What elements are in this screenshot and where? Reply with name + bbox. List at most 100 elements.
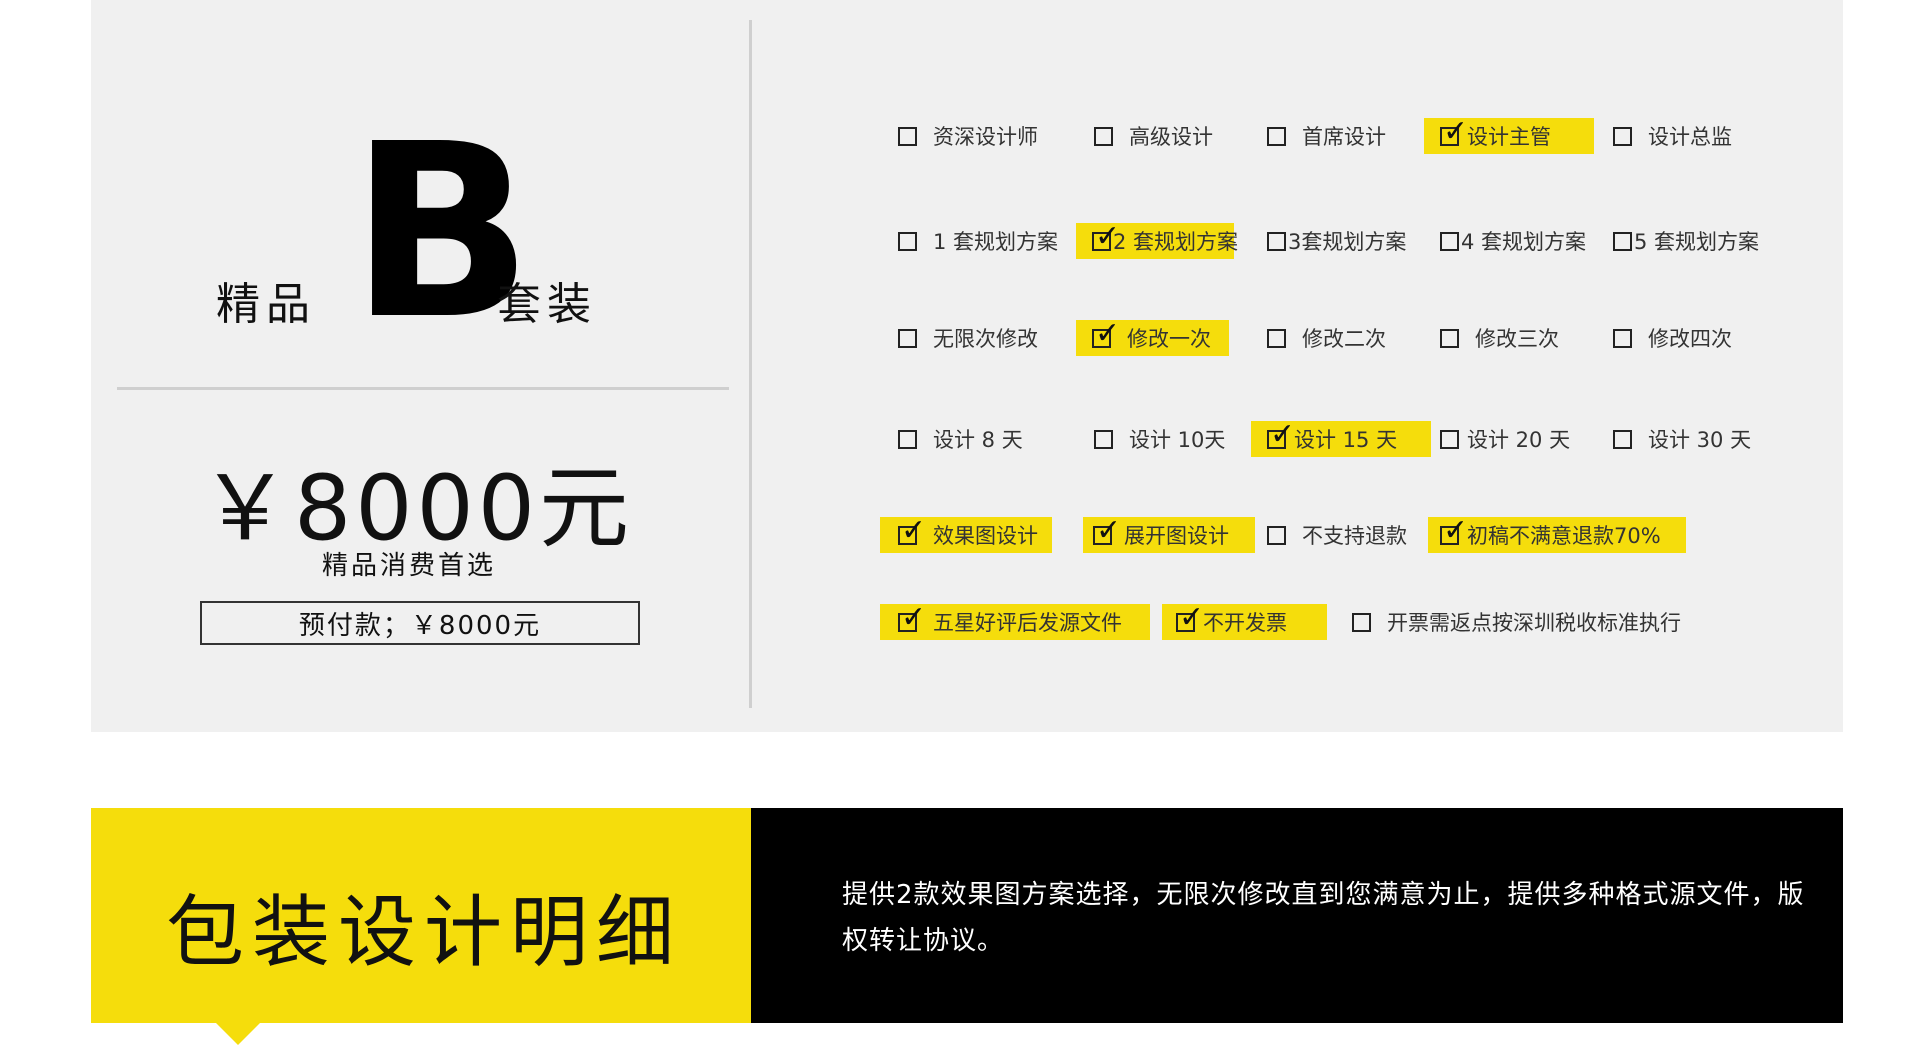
option-label: 初稿不满意退款70%	[1467, 524, 1661, 548]
option-revise-once[interactable]: ✓ 修改一次	[1076, 318, 1229, 356]
option-invoice-rebate[interactable]: 开票需返点按深圳税收标准执行	[1352, 604, 1692, 640]
option-label: 展开图设计	[1124, 524, 1229, 548]
option-design-20-days[interactable]: 设计 20 天	[1440, 421, 1590, 457]
option-unfolded-design[interactable]: ✓ 展开图设计	[1083, 515, 1255, 553]
package-suffix: 套装	[497, 279, 597, 330]
checkbox-icon[interactable]: ✓	[1267, 419, 1295, 449]
checkbox-icon[interactable]	[1352, 612, 1371, 632]
option-plan-1[interactable]: 1 套规划方案	[898, 223, 1068, 259]
option-label: 无限次修改	[933, 327, 1038, 351]
checkbox-icon[interactable]	[898, 429, 917, 449]
checkbox-icon[interactable]: ✓	[1092, 221, 1120, 251]
option-plan-4[interactable]: 4 套规划方案	[1440, 223, 1600, 259]
option-label: 5 套规划方案	[1634, 230, 1760, 254]
checkbox-icon[interactable]	[1613, 429, 1632, 449]
option-design-8-days[interactable]: 设计 8 天	[898, 421, 1048, 457]
checkbox-icon[interactable]	[1267, 126, 1286, 146]
deposit-box: 预付款；￥8000元	[200, 601, 640, 645]
checkbox-icon[interactable]: ✓	[1093, 515, 1121, 545]
checkbox-icon[interactable]	[898, 328, 917, 348]
checkbox-icon[interactable]: ✓	[1176, 602, 1204, 632]
option-senior-designer[interactable]: 资深设计师	[898, 118, 1038, 154]
checkbox-icon[interactable]	[1613, 328, 1632, 348]
option-chief-design[interactable]: 首席设计	[1267, 118, 1397, 154]
check-icon: ✓	[901, 512, 927, 548]
check-icon: ✓	[1179, 599, 1205, 635]
option-revise-twice[interactable]: 修改二次	[1267, 320, 1397, 356]
option-design-30-days[interactable]: 设计 30 天	[1613, 421, 1763, 457]
option-label: 资深设计师	[933, 125, 1038, 149]
option-label: 1 套规划方案	[933, 230, 1059, 254]
package-subtitle: 精品消费首选	[322, 551, 497, 581]
checkbox-icon[interactable]	[1267, 525, 1286, 545]
option-label: 4 套规划方案	[1461, 230, 1587, 254]
checkbox-icon[interactable]: ✓	[898, 602, 926, 632]
option-label: 修改二次	[1302, 327, 1386, 351]
details-title: 包装设计明细	[166, 888, 683, 978]
check-icon: ✓	[1095, 218, 1121, 254]
option-draft-refund-70[interactable]: ✓ 初稿不满意退款70%	[1428, 515, 1686, 553]
checkbox-icon[interactable]	[1613, 126, 1632, 146]
option-advanced-design[interactable]: 高级设计	[1094, 118, 1224, 154]
option-label: 设计 15 天	[1294, 428, 1398, 452]
option-label: 高级设计	[1129, 125, 1213, 149]
details-description: 提供2款效果图方案选择，无限次修改直到您满意为止，提供多种格式源文件，版权转让协…	[842, 880, 1805, 956]
checkbox-icon[interactable]	[1267, 328, 1286, 348]
check-icon: ✓	[1096, 512, 1122, 548]
horizontal-divider	[117, 387, 729, 390]
option-unlimited-revisions[interactable]: 无限次修改	[898, 320, 1048, 356]
option-plan-2[interactable]: ✓ 2 套规划方案	[1076, 221, 1238, 259]
checkbox-icon[interactable]: ✓	[1440, 116, 1468, 146]
checkbox-icon[interactable]	[1440, 328, 1459, 348]
check-icon: ✓	[1095, 315, 1121, 351]
option-label: 2 套规划方案	[1113, 230, 1239, 254]
option-label: 修改四次	[1648, 327, 1732, 351]
check-icon: ✓	[901, 599, 927, 635]
option-label: 修改三次	[1475, 327, 1559, 351]
option-label: 设计 20 天	[1467, 428, 1571, 452]
option-source-after-review[interactable]: ✓ 五星好评后发源文件	[880, 602, 1150, 640]
checkbox-icon[interactable]	[898, 126, 917, 146]
option-plan-3[interactable]: 3套规划方案	[1267, 223, 1417, 259]
checkbox-icon[interactable]	[1094, 126, 1113, 146]
check-icon: ✓	[1443, 113, 1469, 149]
checkbox-icon[interactable]	[1267, 231, 1286, 251]
option-label: 设计总监	[1648, 125, 1732, 149]
option-label: 不支持退款	[1302, 524, 1407, 548]
checkbox-icon[interactable]	[1440, 231, 1459, 251]
option-design-director[interactable]: 设计总监	[1613, 118, 1753, 154]
checkbox-icon[interactable]	[1613, 231, 1632, 251]
check-icon: ✓	[1443, 512, 1469, 548]
check-icon: ✓	[1270, 416, 1296, 452]
option-revise-three[interactable]: 修改三次	[1440, 320, 1570, 356]
option-no-refund[interactable]: 不支持退款	[1267, 517, 1427, 553]
option-label: 五星好评后发源文件	[933, 611, 1122, 635]
option-label: 设计 30 天	[1648, 428, 1752, 452]
option-label: 修改一次	[1127, 327, 1211, 351]
option-rendering-design[interactable]: ✓ 效果图设计	[880, 515, 1052, 553]
option-design-10-days[interactable]: 设计 10天	[1094, 421, 1244, 457]
option-design-15-days[interactable]: ✓ 设计 15 天	[1251, 419, 1431, 457]
option-no-invoice[interactable]: ✓ 不开发票	[1162, 602, 1327, 640]
option-label: 首席设计	[1302, 125, 1386, 149]
panel-pointer	[216, 1023, 260, 1045]
checkbox-icon[interactable]	[1094, 429, 1113, 449]
option-label: 开票需返点按深圳税收标准执行	[1387, 611, 1681, 635]
option-label: 效果图设计	[933, 524, 1038, 548]
package-prefix: 精品	[216, 279, 316, 330]
option-label: 不开发票	[1203, 611, 1287, 635]
checkbox-icon[interactable]: ✓	[1092, 318, 1120, 348]
option-design-supervisor[interactable]: ✓ 设计主管	[1424, 116, 1594, 154]
vertical-divider	[749, 20, 752, 708]
option-revise-four[interactable]: 修改四次	[1613, 320, 1743, 356]
checkbox-icon[interactable]	[898, 231, 917, 251]
option-label: 3套规划方案	[1288, 230, 1407, 254]
checkbox-icon[interactable]: ✓	[1440, 515, 1468, 545]
option-plan-5[interactable]: 5 套规划方案	[1613, 223, 1773, 259]
option-label: 设计主管	[1467, 125, 1551, 149]
checkbox-icon[interactable]: ✓	[898, 515, 926, 545]
option-label: 设计 8 天	[933, 428, 1023, 452]
deposit-text: 预付款；￥8000元	[298, 610, 542, 641]
checkbox-icon[interactable]	[1440, 429, 1459, 449]
option-label: 设计 10天	[1129, 428, 1226, 452]
